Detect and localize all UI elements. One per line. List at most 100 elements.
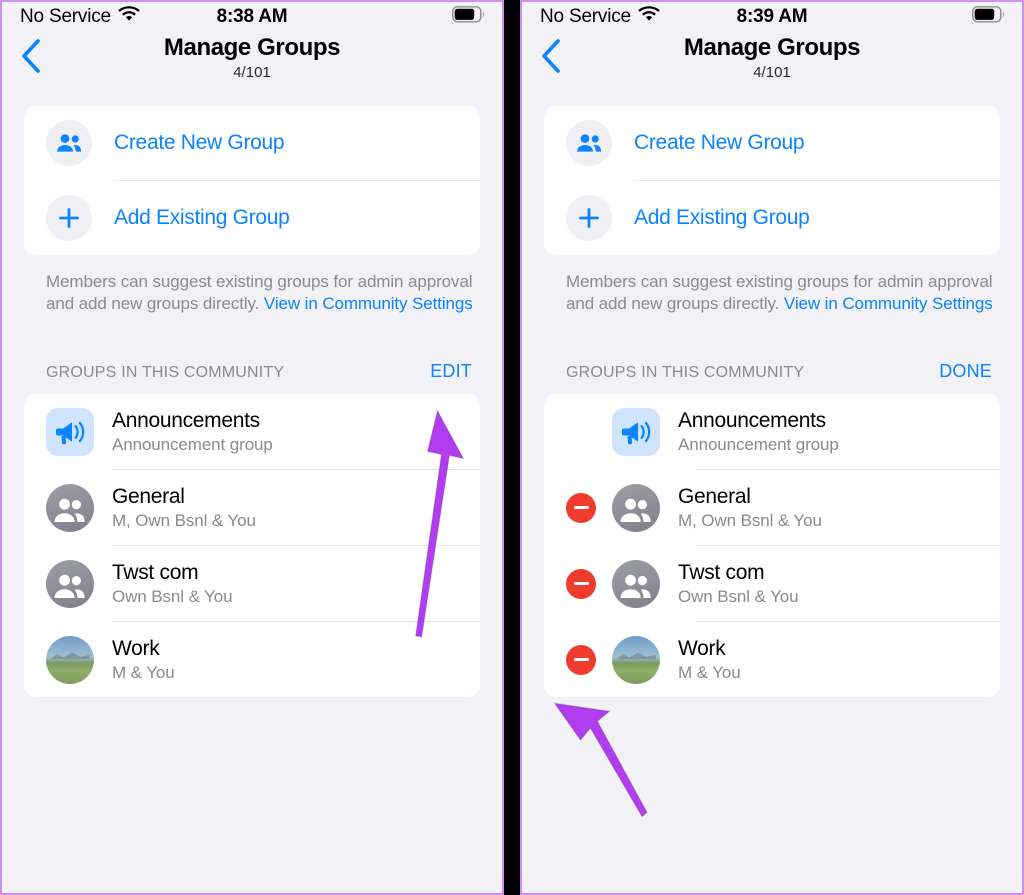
group-name: Twst com bbox=[678, 560, 765, 584]
group-subtitle: M, Own Bsnl & You bbox=[678, 510, 822, 530]
minus-icon bbox=[573, 658, 589, 661]
group-text: Work M & You bbox=[112, 636, 175, 684]
minus-icon bbox=[573, 506, 589, 509]
back-button[interactable] bbox=[14, 38, 48, 78]
group-subtitle: Own Bsnl & You bbox=[678, 586, 799, 606]
carrier-label: No Service bbox=[20, 6, 111, 27]
battery-icon bbox=[972, 6, 1006, 28]
nav-title-block: Manage Groups 4/101 bbox=[683, 34, 861, 83]
people-group-icon bbox=[612, 559, 660, 608]
create-new-group-row[interactable]: Create New Group bbox=[24, 106, 480, 180]
groups-list-card: Announcements Announcement group General M,… bbox=[544, 394, 1000, 697]
chevron-left-icon bbox=[21, 38, 41, 78]
chevron-left-icon bbox=[541, 38, 561, 78]
group-row[interactable]: General M, Own Bsnl & You bbox=[544, 470, 1000, 545]
battery-icon bbox=[452, 6, 486, 28]
megaphone-icon bbox=[46, 407, 94, 456]
groups-section-title: GROUPS IN THIS COMMUNITY bbox=[46, 364, 285, 381]
groups-section-header: GROUPS IN THIS COMMUNITY EDIT bbox=[2, 358, 502, 382]
group-text: Work M & You bbox=[678, 636, 741, 684]
phone-screen-left: No Service 8:38 AM Manage Groups 4/101 C… bbox=[0, 0, 504, 895]
wifi-icon bbox=[118, 6, 140, 28]
back-button[interactable] bbox=[534, 38, 568, 78]
two-people-icon bbox=[46, 120, 92, 166]
edit-button[interactable]: EDIT bbox=[430, 361, 472, 382]
group-name: General bbox=[112, 484, 185, 508]
group-text: General M, Own Bsnl & You bbox=[678, 484, 822, 532]
people-group-icon bbox=[46, 483, 94, 532]
status-bar-left: No Service bbox=[20, 6, 140, 28]
landscape-photo-avatar bbox=[46, 635, 94, 684]
two-people-icon bbox=[566, 120, 612, 166]
add-existing-group-label: Add Existing Group bbox=[114, 206, 290, 229]
status-bar: No Service 8:39 AM bbox=[522, 2, 1022, 32]
group-subtitle: M & You bbox=[112, 662, 175, 682]
group-text: Announcements Announcement group bbox=[678, 408, 839, 456]
group-name: Work bbox=[112, 636, 160, 660]
group-row[interactable]: Work M & You bbox=[544, 622, 1000, 697]
group-row[interactable]: Twst com Own Bsnl & You bbox=[24, 546, 480, 621]
groups-list-card: Announcements Announcement group General M,… bbox=[24, 394, 480, 697]
group-subtitle: M & You bbox=[678, 662, 741, 682]
group-text: General M, Own Bsnl & You bbox=[112, 484, 256, 532]
page-title: Manage Groups bbox=[683, 34, 861, 61]
remove-group-button[interactable] bbox=[566, 492, 596, 523]
minus-icon bbox=[573, 582, 589, 585]
done-button[interactable]: DONE bbox=[939, 361, 992, 382]
footnote-text: Members can suggest existing groups for … bbox=[566, 271, 996, 314]
group-subtitle: Announcement group bbox=[112, 434, 273, 454]
page-title: Manage Groups bbox=[163, 34, 341, 61]
view-in-community-settings-link[interactable]: View in Community Settings bbox=[264, 294, 473, 313]
add-existing-group-row[interactable]: Add Existing Group bbox=[24, 181, 480, 255]
navigation-bar: Manage Groups 4/101 bbox=[2, 32, 502, 94]
landscape-photo-avatar bbox=[612, 635, 660, 684]
page-subtitle: 4/101 bbox=[233, 64, 271, 81]
remove-group-button[interactable] bbox=[566, 644, 596, 675]
page-subtitle: 4/101 bbox=[753, 64, 791, 81]
add-existing-group-row[interactable]: Add Existing Group bbox=[544, 181, 1000, 255]
create-new-group-label: Create New Group bbox=[114, 131, 285, 154]
group-name: Announcements bbox=[112, 408, 260, 432]
megaphone-icon bbox=[612, 407, 660, 456]
phone-screen-right: No Service 8:39 AM Manage Groups 4/101 C… bbox=[520, 0, 1024, 895]
carrier-label: No Service bbox=[540, 6, 631, 27]
create-new-group-row[interactable]: Create New Group bbox=[544, 106, 1000, 180]
people-group-icon bbox=[46, 559, 94, 608]
group-row[interactable]: Twst com Own Bsnl & You bbox=[544, 546, 1000, 621]
group-name: Twst com bbox=[112, 560, 199, 584]
group-row[interactable]: Work M & You bbox=[24, 622, 480, 697]
group-row[interactable]: Announcements Announcement group bbox=[544, 394, 1000, 469]
group-name: General bbox=[678, 484, 751, 508]
group-actions-card: Create New Group Add Existing Group bbox=[544, 106, 1000, 255]
create-new-group-label: Create New Group bbox=[634, 131, 805, 154]
plus-icon bbox=[46, 195, 92, 241]
status-bar: No Service 8:38 AM bbox=[2, 2, 502, 32]
group-actions-card: Create New Group Add Existing Group bbox=[24, 106, 480, 255]
wifi-icon bbox=[638, 6, 660, 28]
remove-group-button[interactable] bbox=[566, 568, 596, 599]
status-bar-right bbox=[972, 6, 1006, 28]
groups-section-header: GROUPS IN THIS COMMUNITY DONE bbox=[522, 358, 1022, 382]
group-subtitle: Announcement group bbox=[678, 434, 839, 454]
footnote-text: Members can suggest existing groups for … bbox=[46, 271, 476, 314]
group-text: Announcements Announcement group bbox=[112, 408, 273, 456]
remove-button-placeholder bbox=[566, 417, 596, 447]
group-text: Twst com Own Bsnl & You bbox=[112, 560, 233, 608]
group-row[interactable]: General M, Own Bsnl & You bbox=[24, 470, 480, 545]
add-existing-group-label: Add Existing Group bbox=[634, 206, 810, 229]
group-subtitle: M, Own Bsnl & You bbox=[112, 510, 256, 530]
nav-title-block: Manage Groups 4/101 bbox=[163, 34, 341, 83]
status-bar-right bbox=[452, 6, 486, 28]
view-in-community-settings-link[interactable]: View in Community Settings bbox=[784, 294, 993, 313]
group-subtitle: Own Bsnl & You bbox=[112, 586, 233, 606]
group-name: Work bbox=[678, 636, 726, 660]
group-text: Twst com Own Bsnl & You bbox=[678, 560, 799, 608]
panel-gap bbox=[504, 0, 520, 895]
people-group-icon bbox=[612, 483, 660, 532]
groups-section-title: GROUPS IN THIS COMMUNITY bbox=[566, 364, 805, 381]
screenshot-stage: No Service 8:38 AM Manage Groups 4/101 C… bbox=[0, 0, 1024, 895]
group-row[interactable]: Announcements Announcement group bbox=[24, 394, 480, 469]
plus-icon bbox=[566, 195, 612, 241]
navigation-bar: Manage Groups 4/101 bbox=[522, 32, 1022, 94]
status-bar-left: No Service bbox=[540, 6, 660, 28]
